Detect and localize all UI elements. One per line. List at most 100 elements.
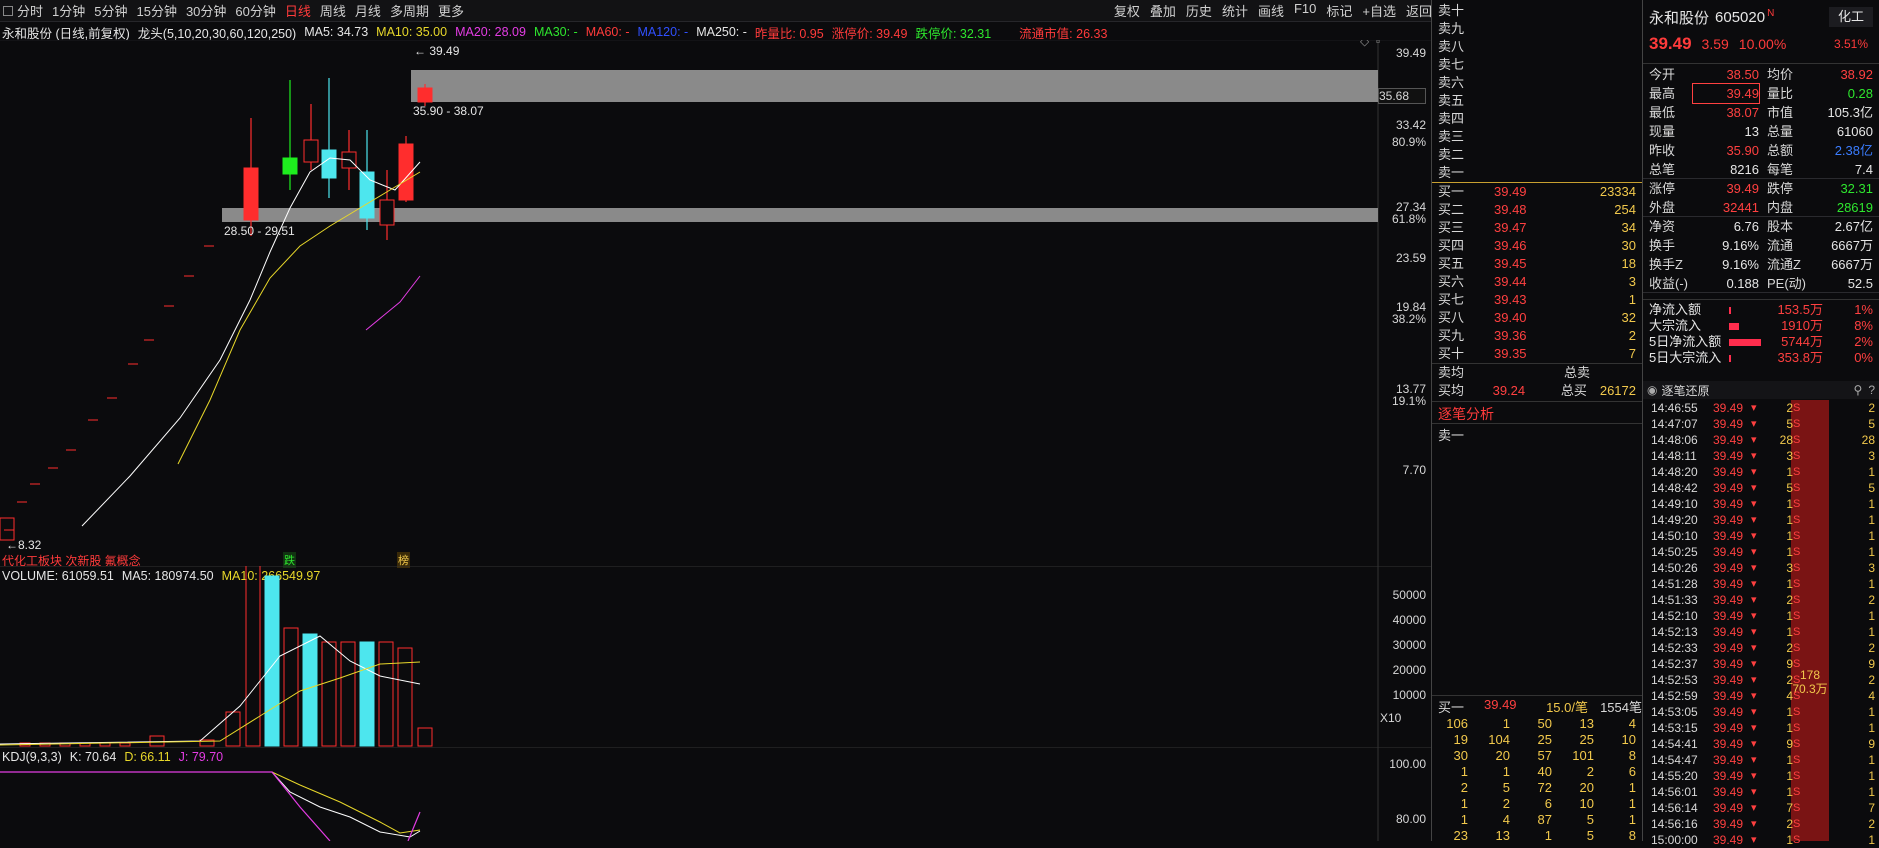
period-tab-2[interactable]: 5分钟	[94, 1, 127, 20]
tick-price: 39.49	[1713, 769, 1744, 783]
help-icon[interactable]: ?	[1868, 383, 1875, 397]
filter-icon[interactable]: ⚲	[1854, 383, 1863, 397]
order-level-买六[interactable]: 买六 39.44 3	[1432, 273, 1642, 291]
toolbar-btn-0[interactable]: 复权	[1114, 1, 1140, 20]
toolbar-btn-2[interactable]: 历史	[1186, 1, 1212, 20]
level-label: 卖三	[1438, 129, 1465, 144]
tick-time: 14:52:37	[1651, 657, 1698, 671]
sector-button[interactable]: 化工	[1829, 7, 1873, 27]
stat-row: 收益(-) 0.188 PE(动) 52.5	[1643, 274, 1879, 293]
toolbar-btn-1[interactable]: 叠加	[1150, 1, 1176, 20]
period-tab-5[interactable]: 60分钟	[235, 1, 275, 20]
tick-time: 14:54:41	[1651, 737, 1698, 751]
tick-time: 14:49:20	[1651, 513, 1698, 527]
order-queue-ladder: 106 1 50 13 4 19 104 25 25 10 30 20 57 101 8 1 1 40 2 6 2 5 72…	[1432, 716, 1642, 844]
period-tab-0[interactable]: 分时	[17, 1, 43, 20]
volume-chart[interactable]	[0, 566, 1432, 748]
tick-count: 5	[1868, 481, 1875, 495]
level-label: 卖二	[1438, 147, 1465, 162]
period-tab-6[interactable]: 日线	[285, 1, 311, 20]
level-label: 卖九	[1438, 21, 1465, 36]
period-tab-3[interactable]: 15分钟	[136, 1, 176, 20]
tick-time: 14:51:33	[1651, 593, 1698, 607]
stat-row: 今开 38.50 均价 38.92	[1643, 65, 1879, 84]
tick-price: 39.49	[1713, 401, 1744, 415]
order-level-卖五[interactable]: 卖五	[1432, 92, 1642, 110]
toolbar-btn-7[interactable]: +自选	[1362, 1, 1396, 20]
stat-value2: 105.3亿	[1827, 105, 1873, 120]
total-sell-label: 总卖	[1564, 365, 1591, 380]
analysis-tab[interactable]: 逐笔分析	[1438, 404, 1494, 424]
tick-price: 39.49	[1713, 833, 1744, 847]
flow-pct: 8%	[1854, 318, 1873, 333]
stock-code: 605020	[1715, 8, 1766, 26]
tick-time: 14:51:28	[1651, 577, 1698, 591]
tick-volume: 1	[1786, 465, 1793, 479]
order-level-卖十[interactable]: 卖十	[1432, 2, 1642, 20]
price-axis-label: 19.1%	[1391, 394, 1426, 408]
main-info-bar: 永和股份 (日线,前复权) 龙头(5,10,20,30,60,120,250) …	[2, 23, 1115, 41]
kdj-chart[interactable]	[0, 747, 1432, 841]
order-level-卖一[interactable]: 卖一	[1432, 164, 1642, 182]
period-tab-4[interactable]: 30分钟	[186, 1, 226, 20]
order-level-买十[interactable]: 买十 39.35 7	[1432, 345, 1642, 363]
order-level-卖七[interactable]: 卖七	[1432, 56, 1642, 74]
toolbar-btn-8[interactable]: 返回	[1406, 1, 1432, 20]
period-tab-8[interactable]: 月线	[355, 1, 381, 20]
low-price-label: ←8.32	[6, 538, 41, 552]
stat-value2: 6667万	[1831, 257, 1873, 272]
level-label: 买九	[1438, 328, 1465, 343]
order-level-买二[interactable]: 买二 39.48 254	[1432, 201, 1642, 219]
collapse-icon[interactable]: ◉	[1647, 383, 1657, 397]
period-tab-7[interactable]: 周线	[320, 1, 346, 20]
indicator-name[interactable]: 龙头(5,10,20,30,60,120,250)	[138, 23, 296, 42]
stat-key: 涨停	[1649, 181, 1676, 196]
tick-price: 39.49	[1713, 545, 1744, 559]
period-tab-1[interactable]: 1分钟	[52, 1, 85, 20]
queue-avg: 15.0/笔	[1546, 700, 1588, 715]
order-level-买八[interactable]: 买八 39.40 32	[1432, 309, 1642, 327]
order-level-卖三[interactable]: 卖三	[1432, 128, 1642, 146]
level-price	[1494, 146, 1564, 164]
order-level-买三[interactable]: 买三 39.47 34	[1432, 219, 1642, 237]
order-level-买一[interactable]: 买一 39.49 23334	[1432, 183, 1642, 201]
stat-key2: 总量	[1767, 124, 1794, 139]
level-price	[1494, 2, 1564, 20]
order-level-卖八[interactable]: 卖八	[1432, 38, 1642, 56]
level-volume	[1564, 56, 1636, 74]
tick-time: 14:55:20	[1651, 769, 1698, 783]
panel-toggle-icon[interactable]	[3, 5, 13, 16]
order-level-买七[interactable]: 买七 39.43 1	[1432, 291, 1642, 309]
volume-ma5-line	[0, 635, 421, 745]
order-level-卖六[interactable]: 卖六	[1432, 74, 1642, 92]
stat-key2: 流通Z	[1767, 257, 1801, 272]
tick-volume: 1	[1786, 721, 1793, 735]
down-arrow-icon: ▾	[1751, 562, 1757, 574]
order-level-买九[interactable]: 买九 39.36 2	[1432, 327, 1642, 345]
toolbar-btn-3[interactable]: 统计	[1222, 1, 1248, 20]
period-tab-10[interactable]: 更多	[438, 1, 464, 20]
down-arrow-icon: ▾	[1751, 498, 1757, 510]
ladder-cell: 23	[1453, 828, 1468, 843]
toolbar-btn-5[interactable]: F10	[1294, 1, 1316, 20]
level-price	[1494, 74, 1564, 92]
tick-price: 39.49	[1713, 561, 1744, 575]
period-tab-9[interactable]: 多周期	[390, 1, 429, 20]
tick-count: 1	[1868, 545, 1875, 559]
order-level-卖二[interactable]: 卖二	[1432, 146, 1642, 164]
candlestick-chart[interactable]: ◇ ▫	[0, 40, 1432, 570]
diamond-icon[interactable]: ◇	[1360, 40, 1370, 48]
order-level-买五[interactable]: 买五 39.45 18	[1432, 255, 1642, 273]
tick-row: 14:52:10 39.49 ▾ 1 S 1	[1643, 608, 1879, 624]
level-volume: 34	[1621, 220, 1636, 235]
ladder-cell: 72	[1537, 780, 1552, 795]
tick-time: 14:52:53	[1651, 673, 1698, 687]
order-level-买四[interactable]: 买四 39.46 30	[1432, 237, 1642, 255]
stat-key: 昨收	[1649, 143, 1676, 158]
order-level-卖四[interactable]: 卖四	[1432, 110, 1642, 128]
tick-side: S	[1793, 658, 1801, 670]
ladder-row: 106 1 50 13 4	[1432, 716, 1642, 732]
order-level-卖九[interactable]: 卖九	[1432, 20, 1642, 38]
toolbar-btn-4[interactable]: 画线	[1258, 1, 1284, 20]
toolbar-btn-6[interactable]: 标记	[1326, 1, 1352, 20]
